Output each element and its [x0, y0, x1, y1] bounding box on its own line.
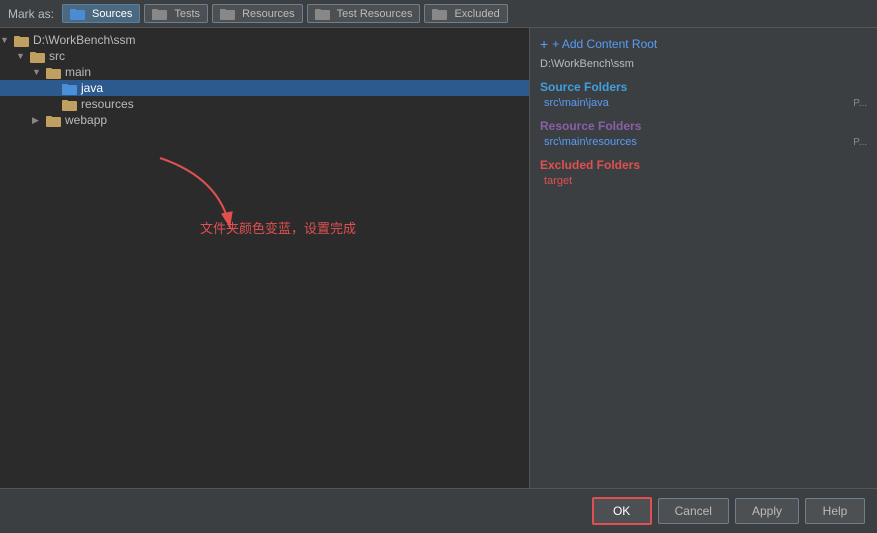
resource-folder-path-label-0: src\main\resources	[544, 136, 637, 148]
source-folder-path-0[interactable]: src\main\java P...	[540, 97, 867, 109]
tree-row-java[interactable]: java	[0, 80, 529, 96]
tree-label-root: D:\WorkBench\ssm	[33, 33, 135, 47]
excluded-folders-section: Excluded Folders target	[540, 158, 867, 187]
resources-label: Resources	[242, 8, 295, 20]
tests-label: Tests	[174, 8, 200, 20]
source-folder-remove-0[interactable]: P...	[853, 98, 867, 109]
expand-arrow-root: ▼	[0, 35, 14, 45]
annotation-text: 文件夹颜色变蓝，设置完成	[200, 218, 356, 237]
source-folder-path-label-0: src\main\java	[544, 97, 609, 109]
test-resources-button[interactable]: Test Resources	[307, 4, 421, 23]
help-button[interactable]: Help	[805, 498, 865, 524]
expand-arrow-java	[48, 83, 62, 93]
button-bar: OK Cancel Apply Help	[0, 488, 877, 533]
resource-folders-title: Resource Folders	[540, 119, 867, 133]
excluded-folder-path-0[interactable]: target	[540, 175, 867, 187]
resource-folders-section: Resource Folders src\main\resources P...	[540, 119, 867, 148]
expand-arrow-main: ▼	[32, 67, 46, 77]
tree-row-root[interactable]: ▼ D:\WorkBench\ssm	[0, 32, 529, 48]
tree-row-webapp[interactable]: ▶ webapp	[0, 112, 529, 128]
tree-container: ▼ D:\WorkBench\ssm ▼ src	[0, 28, 529, 132]
tree-row-resources[interactable]: resources	[0, 96, 529, 112]
add-content-root-label: + Add Content Root	[552, 37, 657, 51]
plus-icon: +	[540, 36, 548, 52]
excluded-folder-path-label-0: target	[544, 175, 572, 187]
expand-arrow-resources	[48, 99, 62, 109]
folder-icon-main	[46, 66, 62, 79]
sources-button[interactable]: Sources	[62, 4, 140, 23]
test-resources-label: Test Resources	[337, 8, 413, 20]
tree-label-java: java	[81, 81, 103, 95]
right-panel: + + Add Content Root D:\WorkBench\ssm So…	[530, 28, 877, 488]
source-folders-title: Source Folders	[540, 80, 867, 94]
mark-as-bar: Mark as: Sources Tests Resources Test Re…	[0, 0, 877, 28]
folder-icon-root	[14, 34, 30, 47]
tree-label-resources: resources	[81, 97, 134, 111]
tree-row-main[interactable]: ▼ main	[0, 64, 529, 80]
annotation-arrow	[140, 148, 260, 251]
root-path-display: D:\WorkBench\ssm	[540, 58, 867, 70]
expand-arrow-webapp: ▶	[32, 115, 46, 126]
tree-row-src[interactable]: ▼ src	[0, 48, 529, 64]
expand-arrow-src: ▼	[16, 51, 30, 61]
folder-icon-java	[62, 82, 78, 95]
sources-label: Sources	[92, 8, 132, 20]
folder-icon-webapp	[46, 114, 62, 127]
mark-as-label: Mark as:	[8, 7, 54, 21]
resources-button[interactable]: Resources	[212, 4, 303, 23]
resource-folder-path-0[interactable]: src\main\resources P...	[540, 136, 867, 148]
folder-icon-src	[30, 50, 46, 63]
tree-label-src: src	[49, 49, 65, 63]
excluded-button[interactable]: Excluded	[424, 4, 507, 23]
tests-button[interactable]: Tests	[144, 4, 208, 23]
apply-button[interactable]: Apply	[735, 498, 799, 524]
excluded-label: Excluded	[454, 8, 499, 20]
source-folders-section: Source Folders src\main\java P...	[540, 80, 867, 109]
excluded-folders-title: Excluded Folders	[540, 158, 867, 172]
folder-icon-resources	[62, 98, 78, 111]
tree-label-main: main	[65, 65, 91, 79]
left-panel: ▼ D:\WorkBench\ssm ▼ src	[0, 28, 530, 488]
ok-button[interactable]: OK	[592, 497, 652, 525]
add-content-root-button[interactable]: + + Add Content Root	[540, 36, 867, 52]
cancel-button[interactable]: Cancel	[658, 498, 729, 524]
tree-label-webapp: webapp	[65, 113, 107, 127]
main-content: ▼ D:\WorkBench\ssm ▼ src	[0, 28, 877, 488]
resource-folder-remove-0[interactable]: P...	[853, 137, 867, 148]
